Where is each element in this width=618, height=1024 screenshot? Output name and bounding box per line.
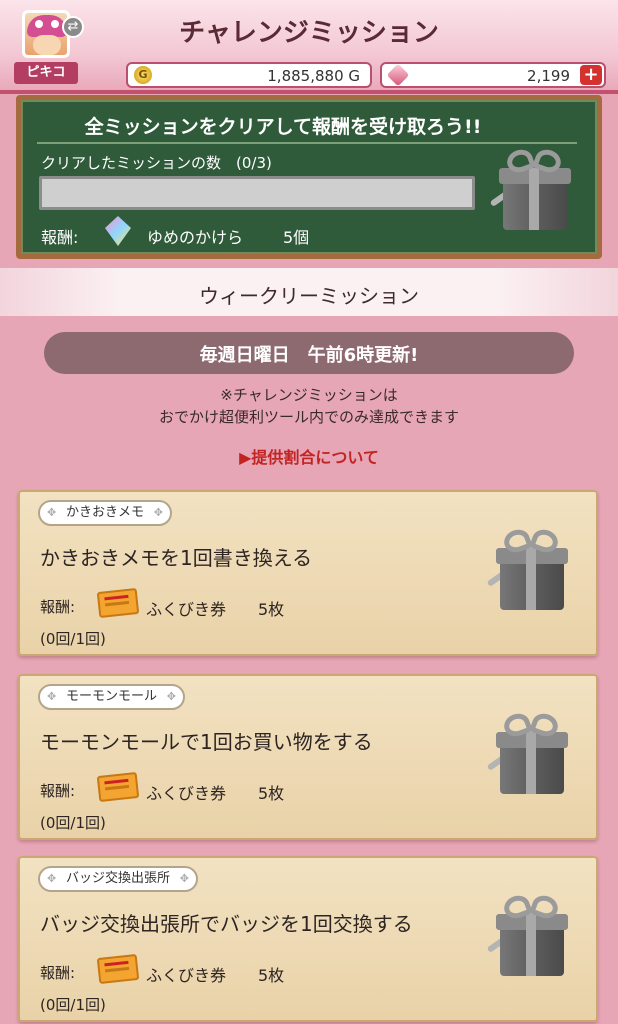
notice-line-2: おでかけ超便利ツール内でのみ達成できます xyxy=(158,408,459,426)
notice-line-1: ※チャレンジミッションは xyxy=(220,386,398,404)
mission-reward-name: ふくびき券 xyxy=(146,600,227,619)
mission-reward-label: 報酬: xyxy=(40,782,76,800)
gift-ribbon xyxy=(529,168,539,230)
mission-reward-name: ふくびき券 xyxy=(146,966,227,985)
mission-tag: モーモンモール xyxy=(38,684,186,710)
gold-value: 1,885,880 G xyxy=(267,67,360,85)
mission-tag: バッジ交換出張所 xyxy=(38,866,199,892)
mission-title: モーモンモールで1回お買い物をする xyxy=(40,730,373,754)
schedule-banner: 毎週日曜日 午前6時更新! xyxy=(44,332,574,374)
cleared-mission-count: クリアしたミッションの数 (0/3) xyxy=(41,154,272,172)
mission-progress: (0回/1回) xyxy=(40,996,106,1014)
challenge-reward-name: ゆめのかけら xyxy=(147,228,244,247)
challenge-board-panel: 全ミッションをクリアして報酬を受け取ろう!! クリアしたミッションの数 (0/3… xyxy=(21,100,597,254)
mission-progress: (0回/1回) xyxy=(40,814,106,832)
gem-counter: 2,199 + xyxy=(380,62,606,88)
mission-reward-label: 報酬: xyxy=(40,964,76,982)
mission-reward-label: 報酬: xyxy=(40,598,76,616)
drop-rate-link[interactable]: ▶提供割合について xyxy=(0,444,618,468)
schedule-text: 毎週日曜日 午前6時更新! xyxy=(199,345,419,366)
add-gems-button[interactable]: + xyxy=(580,65,602,85)
section-title: ウィークリーミッション xyxy=(199,284,419,308)
mission-card[interactable]: かきおきメモ かきおきメモを1回書き換える 報酬: ふくびき券 5枚 (0回/1… xyxy=(18,490,598,656)
mission-card[interactable]: モーモンモール モーモンモールで1回お買い物をする 報酬: ふくびき券 5枚 (… xyxy=(18,674,598,840)
dream-fragment-icon xyxy=(105,216,131,246)
gift-ribbon xyxy=(526,732,536,794)
header-bar: ⇄ ピキコ チャレンジミッション G 1,885,880 G 2,199 + xyxy=(0,0,618,94)
gift-ribbon xyxy=(526,548,536,610)
gift-box-icon[interactable] xyxy=(486,890,576,980)
gift-ribbon xyxy=(526,914,536,976)
mission-reward-qty: 5枚 xyxy=(258,784,285,803)
challenge-headline: 全ミッションをクリアして報酬を受け取ろう!! xyxy=(84,116,482,138)
challenge-board: 全ミッションをクリアして報酬を受け取ろう!! クリアしたミッションの数 (0/3… xyxy=(16,95,602,259)
gift-box-icon[interactable] xyxy=(486,524,576,614)
page-title: チャレンジミッション xyxy=(179,18,439,48)
mission-title: かきおきメモを1回書き換える xyxy=(40,546,313,570)
mission-title: バッジ交換出張所でバッジを1回交換する xyxy=(40,912,413,936)
mission-card[interactable]: バッジ交換出張所 バッジ交換出張所でバッジを1回交換する 報酬: ふくびき券 5… xyxy=(18,856,598,1022)
challenge-reward-qty: 5個 xyxy=(283,228,310,247)
mission-reward-name: ふくびき券 xyxy=(146,784,227,803)
gift-box-icon[interactable] xyxy=(489,144,579,234)
lottery-ticket-icon xyxy=(96,587,140,619)
mission-reward-qty: 5枚 xyxy=(258,966,285,985)
mission-progress: (0回/1回) xyxy=(40,630,106,648)
gold-coin-icon: G xyxy=(134,66,152,84)
challenge-progress-bar xyxy=(39,176,475,210)
gem-icon xyxy=(386,63,410,87)
section-header: ウィークリーミッション xyxy=(0,268,618,316)
lottery-ticket-icon xyxy=(96,953,140,985)
mission-reward-qty: 5枚 xyxy=(258,600,285,619)
player-name: ピキコ xyxy=(14,62,78,84)
gem-value: 2,199 xyxy=(527,67,570,85)
gold-counter: G 1,885,880 G xyxy=(126,62,372,88)
challenge-reward-label: 報酬: xyxy=(41,228,79,247)
mission-tag: かきおきメモ xyxy=(38,500,173,526)
lottery-ticket-icon xyxy=(96,771,140,803)
gift-box-icon[interactable] xyxy=(486,708,576,798)
